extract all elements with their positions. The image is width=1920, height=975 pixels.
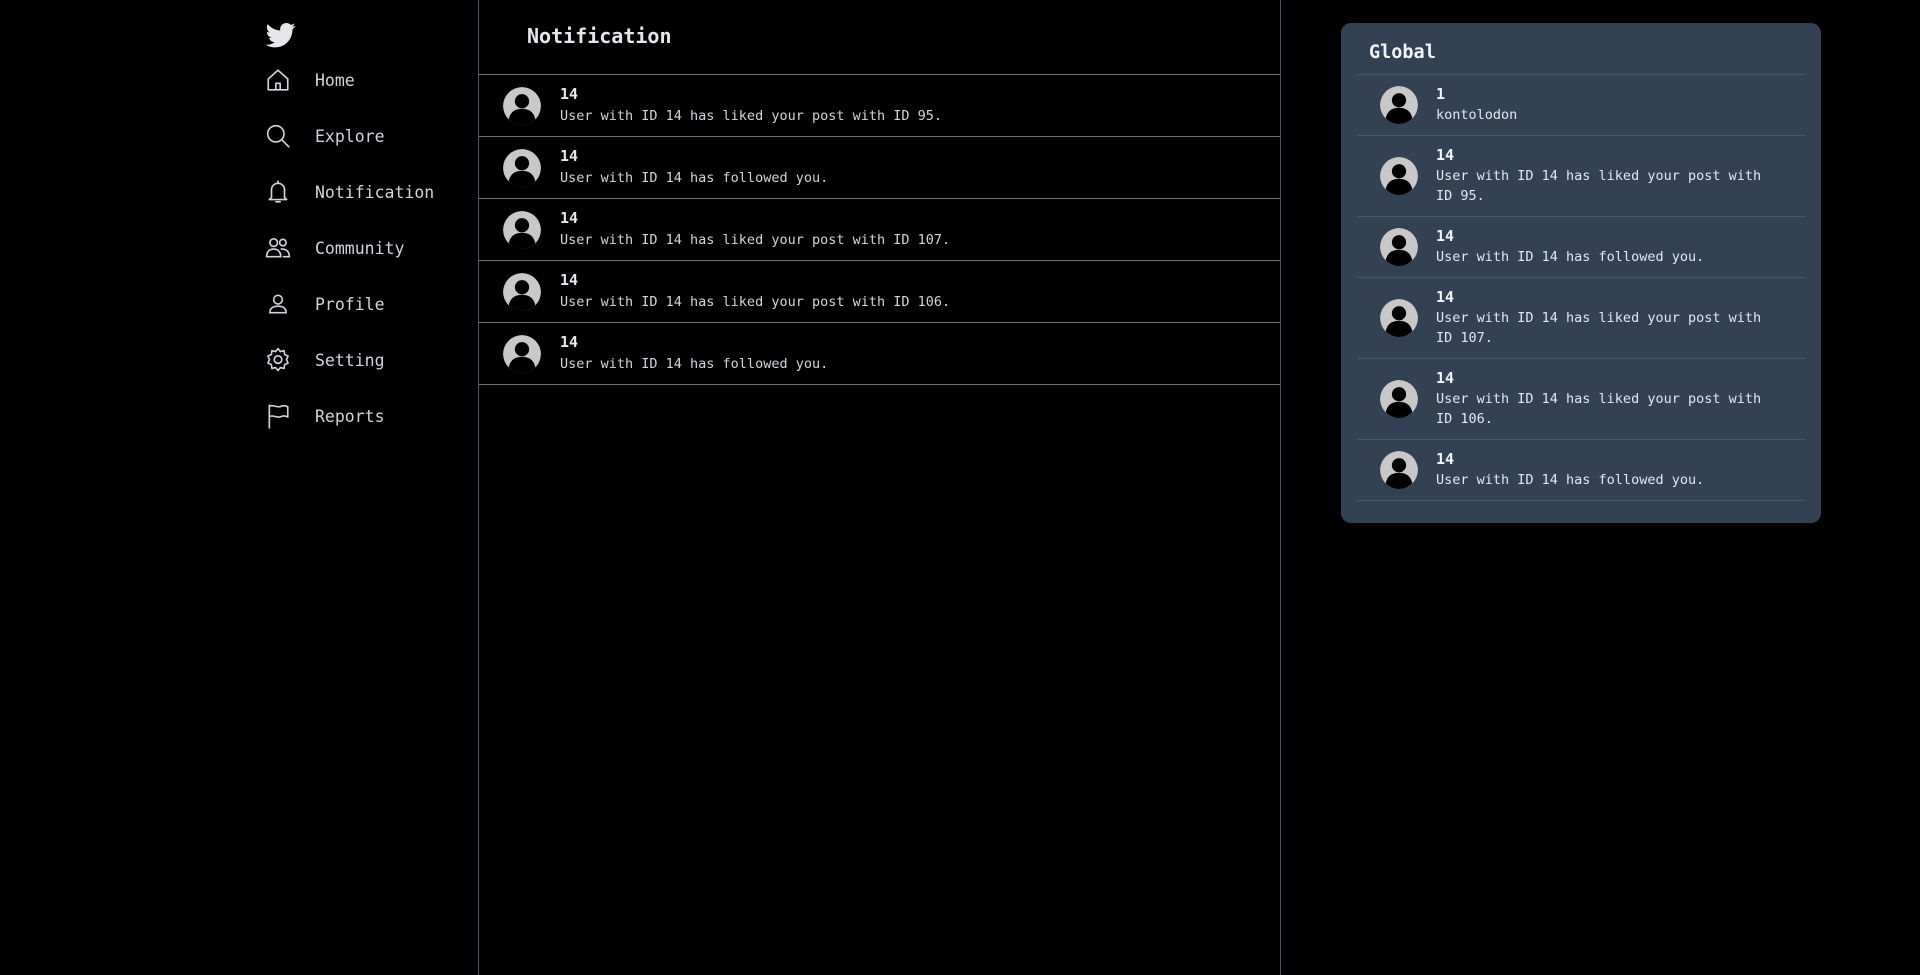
notification-text: 14 User with ID 14 has followed you. [560,333,828,374]
nav-item-setting[interactable]: Setting [264,332,434,388]
nav-label-setting: Setting [315,350,385,370]
global-user-id: 14 [1436,369,1455,387]
nav-label-notification: Notification [315,182,435,202]
notification-item[interactable]: 14 User with ID 14 has followed you. [479,137,1280,199]
gear-icon [264,346,292,374]
nav-label-reports: Reports [315,406,385,426]
avatar-icon [503,272,541,311]
notification-message: User with ID 14 has liked your post with… [560,294,951,310]
notification-message: User with ID 14 has liked your post with… [560,232,951,248]
page-title: Notification [527,24,672,48]
notification-item[interactable]: 14 User with ID 14 has liked your post w… [479,261,1280,323]
global-user-id: 1 [1436,85,1446,103]
twitter-bird-icon[interactable] [265,20,296,50]
notification-feed: Notification 14 User with ID 14 has like… [479,0,1281,975]
notification-item[interactable]: 14 User with ID 14 has liked your post w… [479,199,1280,261]
global-item[interactable]: 14 User with ID 14 has liked your post w… [1357,136,1805,217]
notification-list: 14 User with ID 14 has liked your post w… [479,75,1280,385]
avatar-icon [503,86,541,125]
avatar-icon [1380,228,1418,266]
sidebar: Home Explore Notification Community Prof… [0,0,479,975]
nav-item-community[interactable]: Community [264,220,434,276]
avatar-icon [503,334,541,373]
global-message: kontolodon [1436,107,1518,123]
notification-text: 14 User with ID 14 has liked your post w… [560,85,942,126]
notification-user-id: 14 [560,271,579,289]
avatar-icon [503,148,541,187]
avatar-icon [1380,86,1418,124]
avatar-icon [1380,451,1418,489]
global-message: User with ID 14 has liked your post with… [1436,310,1762,346]
global-item-text: 14 User with ID 14 has followed you. [1436,227,1704,267]
notification-message: User with ID 14 has followed you. [560,170,829,186]
global-user-id: 14 [1436,288,1455,306]
global-user-id: 14 [1436,450,1455,468]
notification-text: 14 User with ID 14 has liked your post w… [560,209,950,250]
search-icon [264,122,292,150]
notification-message: User with ID 14 has followed you. [560,356,829,372]
global-message: User with ID 14 has liked your post with… [1436,168,1762,204]
nav-item-notification[interactable]: Notification [264,164,434,220]
global-item[interactable]: 1 kontolodon [1357,75,1805,136]
avatar-icon [1380,380,1418,418]
global-item-text: 14 User with ID 14 has followed you. [1436,450,1704,490]
global-message: User with ID 14 has followed you. [1436,249,1705,265]
home-icon [264,66,292,94]
avatar-icon [1380,157,1418,195]
global-panel: Global 1 kontolodon 14 User with ID 14 h… [1341,23,1821,523]
nav-label-community: Community [315,238,405,258]
global-item[interactable]: 14 User with ID 14 has liked your post w… [1357,359,1805,440]
global-item[interactable]: 14 User with ID 14 has liked your post w… [1357,278,1805,359]
nav-label-explore: Explore [315,126,385,146]
notification-user-id: 14 [560,147,579,165]
global-message: User with ID 14 has liked your post with… [1436,391,1762,427]
avatar-icon [503,210,541,249]
global-message: User with ID 14 has followed you. [1436,472,1705,488]
global-user-id: 14 [1436,146,1455,164]
nav-menu: Home Explore Notification Community Prof… [264,52,434,444]
global-item-text: 14 User with ID 14 has liked your post w… [1436,146,1776,206]
notification-item[interactable]: 14 User with ID 14 has followed you. [479,323,1280,385]
nav-label-profile: Profile [315,294,385,314]
users-icon [264,234,292,262]
global-list: 1 kontolodon 14 User with ID 14 has like… [1357,75,1805,501]
notification-text: 14 User with ID 14 has followed you. [560,147,828,188]
global-item[interactable]: 14 User with ID 14 has followed you. [1357,217,1805,278]
global-item[interactable]: 14 User with ID 14 has followed you. [1357,440,1805,501]
nav-item-reports[interactable]: Reports [264,388,434,444]
nav-item-home[interactable]: Home [264,52,434,108]
nav-item-profile[interactable]: Profile [264,276,434,332]
notification-user-id: 14 [560,209,579,227]
feed-header: Notification [479,0,1280,75]
notification-text: 14 User with ID 14 has liked your post w… [560,271,950,312]
bell-icon [264,178,292,206]
app: Home Explore Notification Community Prof… [0,0,1920,975]
notification-message: User with ID 14 has liked your post with… [560,108,943,124]
notification-user-id: 14 [560,85,579,103]
global-item-text: 14 User with ID 14 has liked your post w… [1436,369,1776,429]
avatar-icon [1380,299,1418,337]
notification-item[interactable]: 14 User with ID 14 has liked your post w… [479,75,1280,137]
global-user-id: 14 [1436,227,1455,245]
global-title: Global [1357,23,1805,75]
global-item-text: 1 kontolodon [1436,85,1517,125]
flag-icon [264,402,292,430]
user-icon [264,290,292,318]
nav-item-explore[interactable]: Explore [264,108,434,164]
global-item-text: 14 User with ID 14 has liked your post w… [1436,288,1776,348]
nav-label-home: Home [315,70,355,90]
notification-user-id: 14 [560,333,579,351]
